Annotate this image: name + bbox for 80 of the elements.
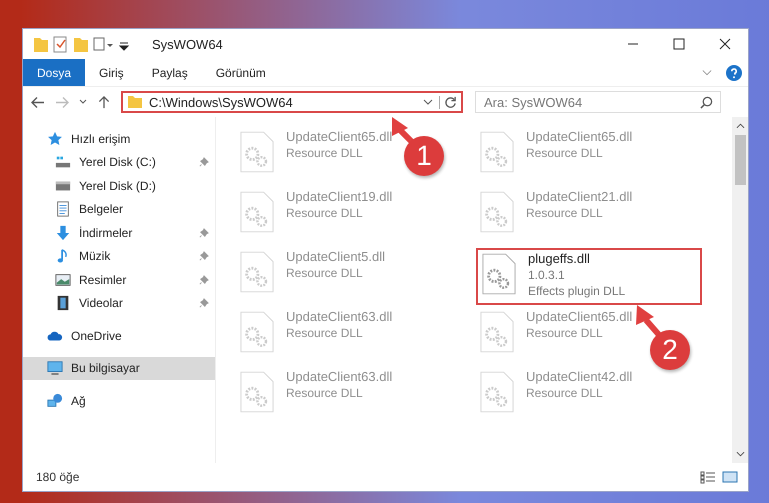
file-detail: Resource DLL (526, 206, 604, 220)
sidebar-item[interactable]: Videolar (23, 292, 215, 315)
file-name: UpdateClient5.dll (286, 249, 386, 264)
document-icon (55, 201, 71, 218)
sidebar-item[interactable]: Müzik (23, 244, 215, 268)
scroll-down-icon[interactable] (736, 451, 744, 457)
scroll-up-icon[interactable] (736, 123, 744, 129)
file-detail: Resource DLL (286, 206, 364, 220)
file-detail: Resource DLL (526, 326, 604, 340)
sidebar-item[interactable]: Bu bilgisayar (23, 356, 215, 380)
file-detail: Resource DLL (286, 386, 364, 400)
star-icon (47, 130, 63, 147)
dll-file-gears-icon (240, 190, 274, 234)
search-field[interactable]: Ara: SysWOW64 (475, 91, 721, 113)
picture-icon (55, 272, 71, 288)
scrollbar[interactable] (732, 117, 748, 463)
dll-file-gears-icon (480, 190, 514, 234)
scroll-thumb[interactable] (734, 135, 746, 185)
file-detail: Resource DLL (286, 266, 364, 280)
ribbon-tab[interactable]: Paylaş (138, 59, 202, 86)
file-name: UpdateClient65.dll (526, 309, 632, 324)
sidebar-item[interactable]: Yerel Disk (D:) (23, 174, 215, 198)
file-name: UpdateClient21.dll (526, 189, 632, 204)
dll-file-gears-icon (480, 310, 514, 354)
file-name: UpdateClient63.dll (286, 309, 392, 324)
help-icon[interactable] (726, 64, 742, 80)
pointer-arrow (392, 117, 414, 144)
pin-icon[interactable] (199, 298, 209, 308)
file-detail: Resource DLL (526, 146, 604, 160)
download-arrow-icon (55, 224, 71, 241)
sidebar-item[interactable]: Ağ (23, 389, 215, 412)
file-name: UpdateClient65.dll (286, 129, 392, 144)
file-detail: Resource DLL (286, 326, 364, 340)
ribbon-tab[interactable]: Görünüm (202, 59, 280, 86)
file-name: plugeffs.dll (528, 251, 591, 266)
back-arrow-icon[interactable] (31, 96, 45, 108)
dll-file-gears-icon (480, 130, 514, 174)
folder-icon (127, 95, 143, 109)
sidebar-item[interactable]: Belgeler (23, 198, 215, 221)
pin-icon[interactable] (199, 228, 209, 238)
dll-file-gears-icon (240, 310, 274, 354)
file-detail: 1.0.3.1 (528, 268, 566, 282)
item-count: 180 öğe (36, 470, 80, 484)
sidebar-item[interactable]: OneDrive (23, 324, 215, 348)
window-title: SysWOW64 (152, 36, 223, 52)
ribbon-tab[interactable]: Giriş (85, 59, 138, 86)
sidebar-item[interactable]: İndirmeler (23, 221, 215, 244)
drive-icon (55, 154, 71, 170)
recent-caret-icon[interactable] (79, 99, 87, 105)
sidebar-item[interactable]: Hızlı erişim (23, 127, 215, 150)
pin-icon[interactable] (199, 157, 209, 168)
large-icons-view-icon[interactable] (722, 470, 738, 484)
file-name: UpdateClient19.dll (286, 189, 392, 204)
file-detail: Resource DLL (526, 386, 604, 400)
dll-file-gears-icon (482, 252, 516, 296)
film-icon (55, 295, 71, 312)
pin-icon[interactable] (199, 274, 209, 285)
dll-file-gears-icon (240, 130, 274, 174)
file-name: UpdateClient65.dll (526, 129, 632, 144)
pin-icon[interactable] (199, 251, 209, 262)
sidebar-item[interactable]: Resimler (23, 268, 215, 292)
dll-file-gears-icon (240, 370, 274, 414)
monitor-icon (47, 360, 63, 376)
dropdown-caret-icon[interactable] (423, 99, 433, 105)
file-detail: Resource DLL (286, 146, 364, 160)
dll-file-gears-icon (480, 370, 514, 414)
file-name: UpdateClient42.dll (526, 369, 632, 384)
chevron-down-icon[interactable] (702, 68, 712, 76)
file-item[interactable]: plugeffs.dll 1.0.3.1 Effects plugin DLL (476, 248, 702, 305)
ribbon-tab[interactable]: Dosya (23, 59, 86, 86)
file-name: UpdateClient63.dll (286, 369, 392, 384)
address-field[interactable]: C:\Windows\SysWOW64 (121, 91, 463, 113)
pointer-arrow (636, 305, 662, 338)
search-icon (700, 96, 713, 109)
dll-file-gears-icon (240, 250, 274, 294)
file-detail: Effects plugin DLL (528, 284, 626, 298)
network-icon (47, 392, 63, 409)
sidebar-item[interactable]: Yerel Disk (C:) (23, 150, 215, 174)
details-view-icon[interactable] (700, 470, 716, 484)
up-arrow-icon[interactable] (97, 96, 111, 108)
